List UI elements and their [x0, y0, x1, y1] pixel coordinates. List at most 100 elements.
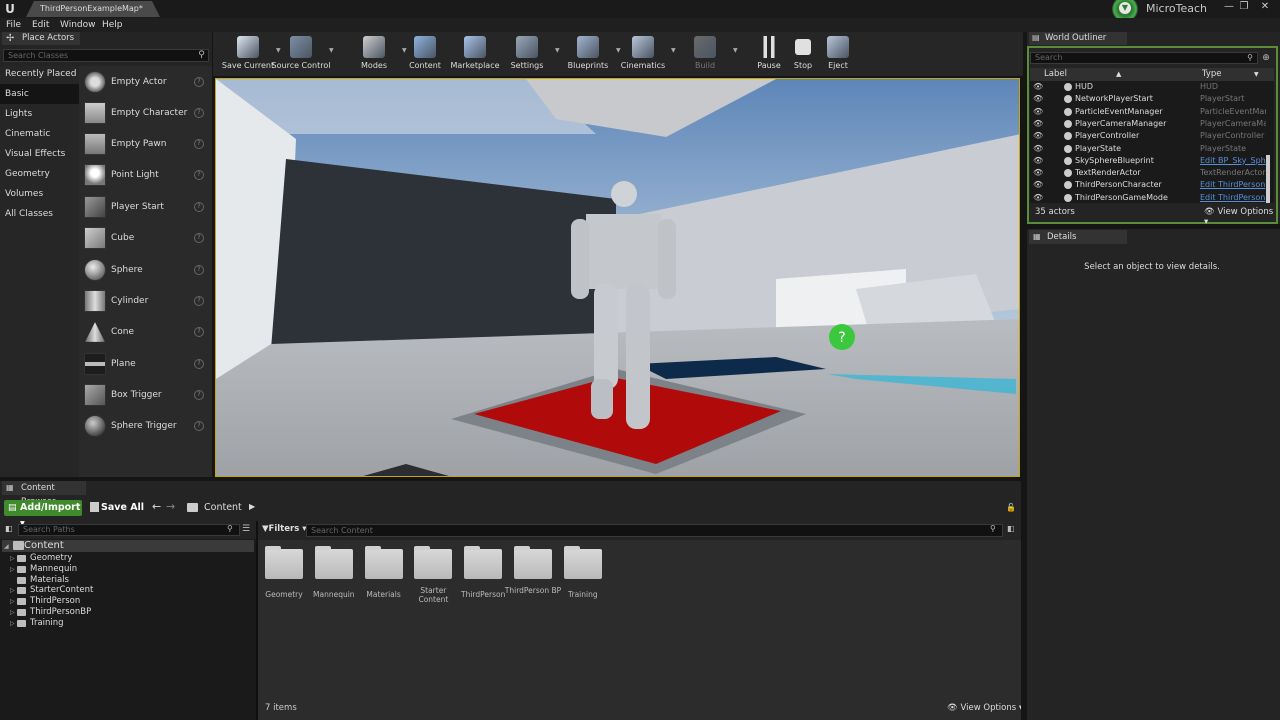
edit-blueprint-link[interactable]: Edit ThirdPerson [1200, 192, 1266, 204]
actor-cone[interactable]: Cone ? [80, 317, 210, 347]
column-label[interactable]: Label [1044, 68, 1067, 81]
outliner-scrollbar[interactable] [1266, 155, 1270, 203]
asset-folder-tile[interactable]: Materials [361, 546, 407, 616]
outliner-row[interactable]: 👁 PlayerState PlayerState [1030, 143, 1266, 155]
info-icon[interactable]: ? [194, 296, 204, 306]
menu-file[interactable]: File [6, 18, 21, 32]
tree-item-thirdperson[interactable]: ▷ ThirdPerson [10, 596, 210, 607]
visibility-eye-icon[interactable]: 👁 [1033, 168, 1043, 178]
sort-ascending-icon[interactable]: ▲ [1116, 68, 1121, 81]
collapsed-arrow-icon[interactable]: ▷ [10, 585, 15, 596]
info-icon[interactable]: ? [194, 359, 204, 369]
tree-item-geometry[interactable]: ▷ Geometry [10, 553, 210, 564]
minimize-button[interactable]: — [1222, 1, 1236, 13]
visibility-eye-icon[interactable]: 👁 [1033, 156, 1043, 166]
breadcrumb-content[interactable]: Content [204, 502, 242, 513]
close-button[interactable]: ✕ [1258, 1, 1272, 13]
asset-folder-tile[interactable]: Training [560, 546, 606, 616]
search-icon[interactable]: ⚲ [1244, 52, 1256, 64]
back-arrow-icon[interactable]: ← [152, 500, 161, 513]
visibility-eye-icon[interactable]: 👁 [1033, 82, 1043, 92]
chevron-down-icon[interactable]: ▼ [1254, 68, 1259, 81]
actor-empty-actor[interactable]: Empty Actor ? [80, 67, 210, 97]
outliner-row[interactable]: 👁 ParticleEventManager ParticleEventMan [1030, 106, 1266, 118]
category-volumes[interactable]: Volumes [0, 184, 79, 204]
toolbar-marketplace-button[interactable]: Marketplace [445, 33, 505, 75]
asset-folder-tile[interactable]: Starter Content [410, 546, 456, 616]
visibility-eye-icon[interactable]: 👁 [1033, 144, 1043, 154]
toolbar-eject-button[interactable]: Eject [808, 33, 868, 75]
level-tab[interactable]: ThirdPersonExampleMap* [26, 1, 160, 17]
history-icon[interactable]: ◧ [1007, 524, 1015, 533]
visibility-eye-icon[interactable]: 👁 [1033, 94, 1043, 104]
collapsed-arrow-icon[interactable]: ▷ [10, 607, 15, 618]
info-icon[interactable]: ? [194, 265, 204, 275]
toolbar-settings-button[interactable]: Settings [497, 33, 557, 75]
maximize-button[interactable]: ❐ [1237, 1, 1251, 13]
category-geometry[interactable]: Geometry [0, 164, 79, 184]
unreal-logo-icon[interactable]: U [2, 1, 18, 17]
outliner-row[interactable]: 👁 ThirdPersonCharacter Edit ThirdPerson [1030, 179, 1266, 191]
info-icon[interactable]: ? [194, 233, 204, 243]
collapsed-arrow-icon[interactable]: ▷ [10, 553, 15, 564]
tree-item-startercontent[interactable]: ▷ StarterContent [10, 585, 210, 596]
outliner-row[interactable]: 👁 ThirdPersonGameMode Edit ThirdPerson [1030, 192, 1266, 204]
filters-button[interactable]: ▼Filters ▾ [262, 524, 307, 534]
actor-empty-pawn[interactable]: Empty Pawn ? [80, 129, 210, 159]
search-icon[interactable]: ⚲ [227, 524, 233, 533]
actor-empty-character[interactable]: Empty Character ? [80, 98, 210, 128]
outliner-row[interactable]: 👁 NetworkPlayerStart PlayerStart [1030, 93, 1266, 105]
menu-help[interactable]: Help [102, 18, 123, 32]
visibility-eye-icon[interactable]: 👁 [1033, 131, 1043, 141]
outliner-row[interactable]: 👁 SkySphereBlueprint Edit BP_Sky_Sph [1030, 155, 1266, 167]
category-all-classes[interactable]: All Classes [0, 204, 79, 224]
category-cinematic[interactable]: Cinematic [0, 124, 79, 144]
collapsed-arrow-icon[interactable]: ▷ [10, 596, 15, 607]
outliner-row[interactable]: 👁 PlayerController PlayerController [1030, 130, 1266, 142]
asset-folder-tile[interactable]: Geometry [261, 546, 307, 616]
toolbar-build-button[interactable]: Build [675, 33, 735, 75]
menu-edit[interactable]: Edit [32, 18, 49, 32]
search-paths-input[interactable]: Search Paths [18, 524, 240, 536]
asset-folder-tile[interactable]: Mannequin [311, 546, 357, 616]
world-outliner-tab[interactable]: World Outliner [1029, 32, 1127, 45]
menu-window[interactable]: Window [60, 18, 96, 32]
asset-folder-tile[interactable]: ThirdPerson BP [505, 546, 561, 616]
tree-item-training[interactable]: ▷ Training [10, 618, 210, 629]
help-marker-icon[interactable]: ? [829, 324, 855, 350]
info-icon[interactable]: ? [194, 327, 204, 337]
outliner-row[interactable]: 👁 PlayerCameraManager PlayerCameraMan [1030, 118, 1266, 130]
details-tab[interactable]: Details [1029, 230, 1127, 244]
actor-cube[interactable]: Cube ? [80, 223, 210, 253]
info-icon[interactable]: ? [194, 421, 204, 431]
outliner-row[interactable]: 👁 TextRenderActor TextRenderActor [1030, 167, 1266, 179]
dropdown-arrow-icon[interactable]: ▼ [733, 47, 738, 54]
column-type[interactable]: Type [1202, 68, 1222, 81]
visibility-eye-icon[interactable]: 👁 [1033, 193, 1043, 203]
dropdown-arrow-icon[interactable]: ▼ [329, 47, 334, 54]
expanded-arrow-icon[interactable]: ◢ [4, 541, 9, 552]
outliner-row[interactable]: 👁 HUD HUD [1030, 81, 1266, 93]
tree-item-mannequin[interactable]: ▷ Mannequin [10, 564, 210, 575]
lock-icon[interactable]: 🔓 [1006, 503, 1016, 512]
actor-player-start[interactable]: Player Start ? [80, 192, 210, 222]
collapsed-arrow-icon[interactable]: ▷ [10, 564, 15, 575]
content-view-options[interactable]: 👁 View Options ▾ [947, 703, 1023, 713]
info-icon[interactable]: ? [194, 170, 204, 180]
category-lights[interactable]: Lights [0, 104, 79, 124]
toolbar-source-control-button[interactable]: Source Control [271, 33, 331, 75]
viewport-scene[interactable]: ? [216, 79, 1020, 477]
actor-sphere-trigger[interactable]: Sphere Trigger ? [80, 411, 210, 441]
outliner-search-input[interactable]: Search [1030, 52, 1258, 64]
toolbar-cinematics-button[interactable]: Cinematics [613, 33, 673, 75]
tree-item-materials[interactable]: Materials [10, 575, 210, 586]
sources-toggle-icon[interactable]: ◧ [5, 524, 13, 533]
tree-item-content[interactable]: ◢ Content [4, 540, 254, 552]
level-viewport[interactable]: ? [215, 78, 1020, 477]
info-icon[interactable]: ? [194, 139, 204, 149]
asset-folder-tile[interactable]: ThirdPerson [460, 546, 506, 616]
toolbar-save-current-button[interactable]: Save Current [218, 33, 278, 75]
outliner-view-options[interactable]: 👁 View Options ▾ [1204, 207, 1280, 227]
collapsed-arrow-icon[interactable]: ▷ [10, 618, 15, 629]
info-icon[interactable]: ? [194, 390, 204, 400]
